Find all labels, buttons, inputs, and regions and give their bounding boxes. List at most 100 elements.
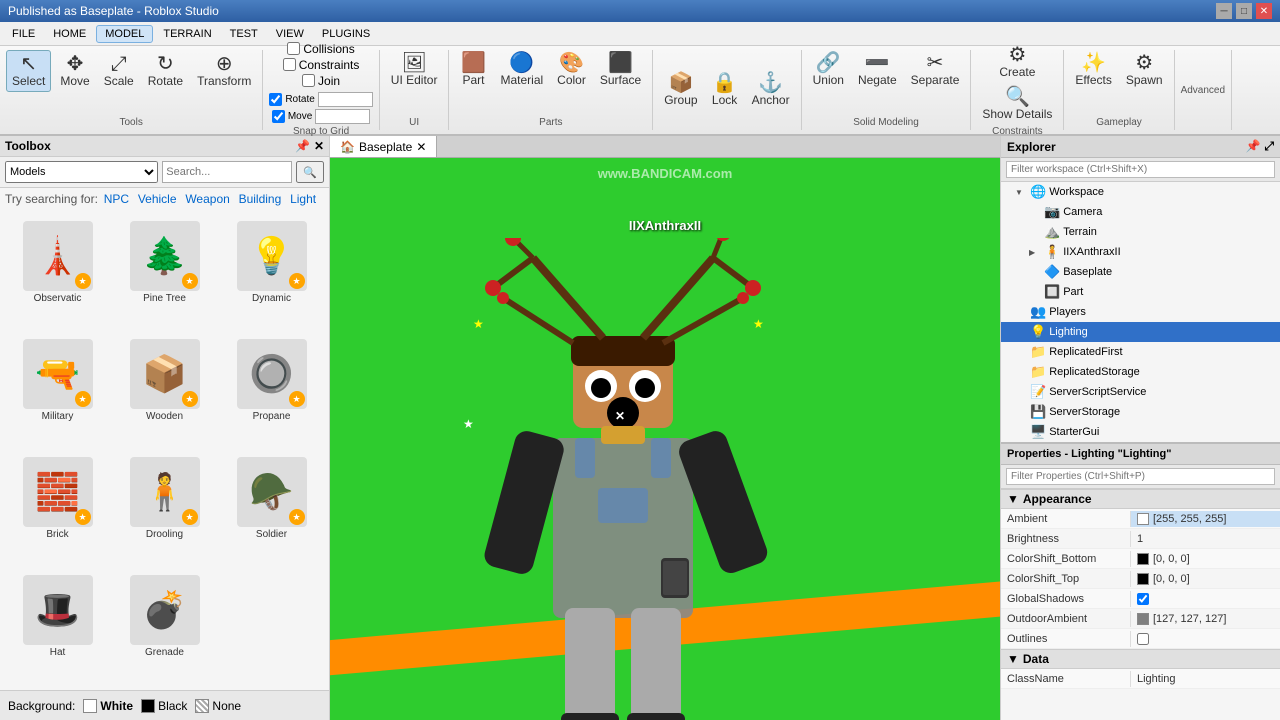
explorer-search-input[interactable] <box>1006 161 1275 178</box>
menu-view[interactable]: VIEW <box>268 26 312 42</box>
effects-button[interactable]: ✨ Effects <box>1070 50 1116 90</box>
prop-value[interactable]: [0, 0, 0] <box>1131 571 1280 587</box>
ui-editor-button[interactable]: 🖼 UI Editor <box>386 50 443 90</box>
close-button[interactable]: ✕ <box>1256 3 1272 19</box>
move-studs-input[interactable]: 0.00 studs <box>315 109 370 124</box>
create-button[interactable]: ⚙ Create <box>994 42 1040 82</box>
prop-checkbox[interactable] <box>1137 633 1149 645</box>
show-details-button[interactable]: 🔍 Show Details <box>977 84 1057 124</box>
search-input[interactable] <box>162 161 292 183</box>
search-button[interactable]: 🔍 <box>296 161 324 183</box>
prop-value[interactable] <box>1131 591 1280 607</box>
window-controls[interactable]: ─ □ ✕ <box>1216 3 1272 19</box>
tree-item[interactable]: 📁 ReplicatedStorage <box>1001 362 1280 382</box>
toolbox-item[interactable]: 💡 ★ Dynamic <box>220 216 323 330</box>
toolbox-item[interactable]: 🗼 ★ Observatic <box>6 216 109 330</box>
toolbox-item[interactable]: 🧍 ★ Drooling <box>113 452 216 566</box>
tree-item[interactable]: 🖥️ StarterGui <box>1001 422 1280 442</box>
spawn-button[interactable]: ⚙ Spawn <box>1121 50 1168 90</box>
bg-black-option[interactable]: Black <box>141 699 187 713</box>
prop-name: ClassName <box>1001 671 1131 687</box>
collisions-checkbox[interactable] <box>287 42 300 55</box>
menu-home[interactable]: HOME <box>45 26 94 42</box>
tree-item[interactable]: 🔲 Part <box>1001 282 1280 302</box>
tree-item[interactable]: 👥 Players <box>1001 302 1280 322</box>
rotate-angle-input[interactable]: 0.000 ° <box>318 92 373 107</box>
menu-test[interactable]: TEST <box>222 26 266 42</box>
part-button[interactable]: 🟫 Part <box>455 50 491 90</box>
surface-button[interactable]: ⬛ Surface <box>595 50 646 90</box>
baseplate-tab-close[interactable]: ✕ <box>416 140 426 154</box>
toolbox-item[interactable]: 🔫 ★ Military <box>6 334 109 448</box>
hint-npc[interactable]: NPC <box>104 192 129 206</box>
hint-weapon[interactable]: Weapon <box>185 192 229 206</box>
prop-section-header[interactable]: ▼Appearance <box>1001 489 1280 509</box>
color-button[interactable]: 🎨 Color <box>552 50 591 90</box>
bg-none-option[interactable]: None <box>195 699 241 713</box>
toolbox-item[interactable]: 📦 ★ Wooden <box>113 334 216 448</box>
toolbox-item[interactable]: 🌲 ★ Pine Tree <box>113 216 216 330</box>
transform-button[interactable]: ⊕ Transform <box>192 51 256 91</box>
explorer-maximize-icon[interactable]: ⤢ <box>1264 139 1274 154</box>
union-button[interactable]: 🔗 Union <box>808 50 849 90</box>
toolbox-panel: Toolbox 📌 ✕ Models 🔍 Try searching for: … <box>0 136 330 720</box>
separate-button[interactable]: ✂ Separate <box>906 50 965 90</box>
toolbox-item[interactable]: 🔘 ★ Propane <box>220 334 323 448</box>
toolbox-pin-icon[interactable]: 📌 <box>295 139 310 153</box>
tree-item[interactable]: 📁 ReplicatedFirst <box>1001 342 1280 362</box>
viewport-content[interactable]: www.BANDICAM.com IIXAnthraxII ✕ <box>330 158 1000 720</box>
join-checkbox[interactable] <box>302 74 315 87</box>
prop-value[interactable]: 1 <box>1131 531 1280 547</box>
prop-value[interactable]: Lighting <box>1131 671 1280 687</box>
menu-file[interactable]: FILE <box>4 26 43 42</box>
tree-item[interactable]: ⛰️ Terrain <box>1001 222 1280 242</box>
bg-white-option[interactable]: White <box>83 699 133 713</box>
toolbox-item[interactable]: 🎩 Hat <box>6 570 109 684</box>
explorer-pin-icon[interactable]: 📌 <box>1245 139 1260 154</box>
minimize-button[interactable]: ─ <box>1216 3 1232 19</box>
prop-value[interactable]: [255, 255, 255] <box>1131 511 1280 527</box>
constraints-checkbox[interactable] <box>283 58 296 71</box>
tree-item[interactable]: ▶ 🧍 IIXAnthraxII <box>1001 242 1280 262</box>
toolbox-item-name: Wooden <box>146 411 183 422</box>
rotate-snap-checkbox[interactable] <box>269 93 282 106</box>
tree-item[interactable]: 📷 Camera <box>1001 202 1280 222</box>
prop-checkbox[interactable] <box>1137 593 1149 605</box>
toolbox-close-icon[interactable]: ✕ <box>314 139 324 153</box>
move-button[interactable]: ✥ Move <box>55 51 94 91</box>
tree-item[interactable]: ▼ 🌐 Workspace <box>1001 182 1280 202</box>
material-button[interactable]: 🔵 Material <box>495 50 548 90</box>
rotate-button[interactable]: ↻ Rotate <box>143 51 188 91</box>
negate-button[interactable]: ➖ Negate <box>853 50 902 90</box>
prop-name: Ambient <box>1001 511 1131 527</box>
move-snap-checkbox[interactable] <box>272 110 285 123</box>
properties-search-input[interactable] <box>1006 468 1275 485</box>
scale-button[interactable]: ⤢ Scale <box>99 51 139 91</box>
hint-vehicle[interactable]: Vehicle <box>138 192 177 206</box>
menu-plugins[interactable]: PLUGINS <box>314 26 378 42</box>
menu-model[interactable]: MODEL <box>96 25 153 43</box>
anchor-button[interactable]: ⚓ Anchor <box>747 70 795 110</box>
show-details-icon: 🔍 <box>1005 87 1030 107</box>
toolbox-item[interactable]: 💣 Grenade <box>113 570 216 684</box>
hint-building[interactable]: Building <box>239 192 282 206</box>
prop-section-header[interactable]: ▼Data <box>1001 649 1280 669</box>
select-button[interactable]: ↖ Select <box>6 50 51 92</box>
baseplate-tab[interactable]: 🏠 Baseplate ✕ <box>330 136 437 157</box>
tree-item[interactable]: 📝 ServerScriptService <box>1001 382 1280 402</box>
prop-value[interactable] <box>1131 631 1280 647</box>
toolbox-item[interactable]: 🪖 ★ Soldier <box>220 452 323 566</box>
maximize-button[interactable]: □ <box>1236 3 1252 19</box>
hint-light[interactable]: Light <box>290 192 316 206</box>
menu-terrain[interactable]: TERRAIN <box>155 26 219 42</box>
tree-item[interactable]: 💾 ServerStorage <box>1001 402 1280 422</box>
tree-item[interactable]: 💡 Lighting <box>1001 322 1280 342</box>
lock-button[interactable]: 🔒 Lock <box>707 70 743 110</box>
tree-item[interactable]: 🔷 Baseplate <box>1001 262 1280 282</box>
group-button[interactable]: 📦 Group <box>659 70 702 110</box>
prop-value[interactable]: [127, 127, 127] <box>1131 611 1280 627</box>
toolbox-item[interactable]: 🧱 ★ Brick <box>6 452 109 566</box>
prop-value[interactable]: [0, 0, 0] <box>1131 551 1280 567</box>
color-icon: 🎨 <box>559 53 584 73</box>
category-select[interactable]: Models <box>5 161 158 183</box>
